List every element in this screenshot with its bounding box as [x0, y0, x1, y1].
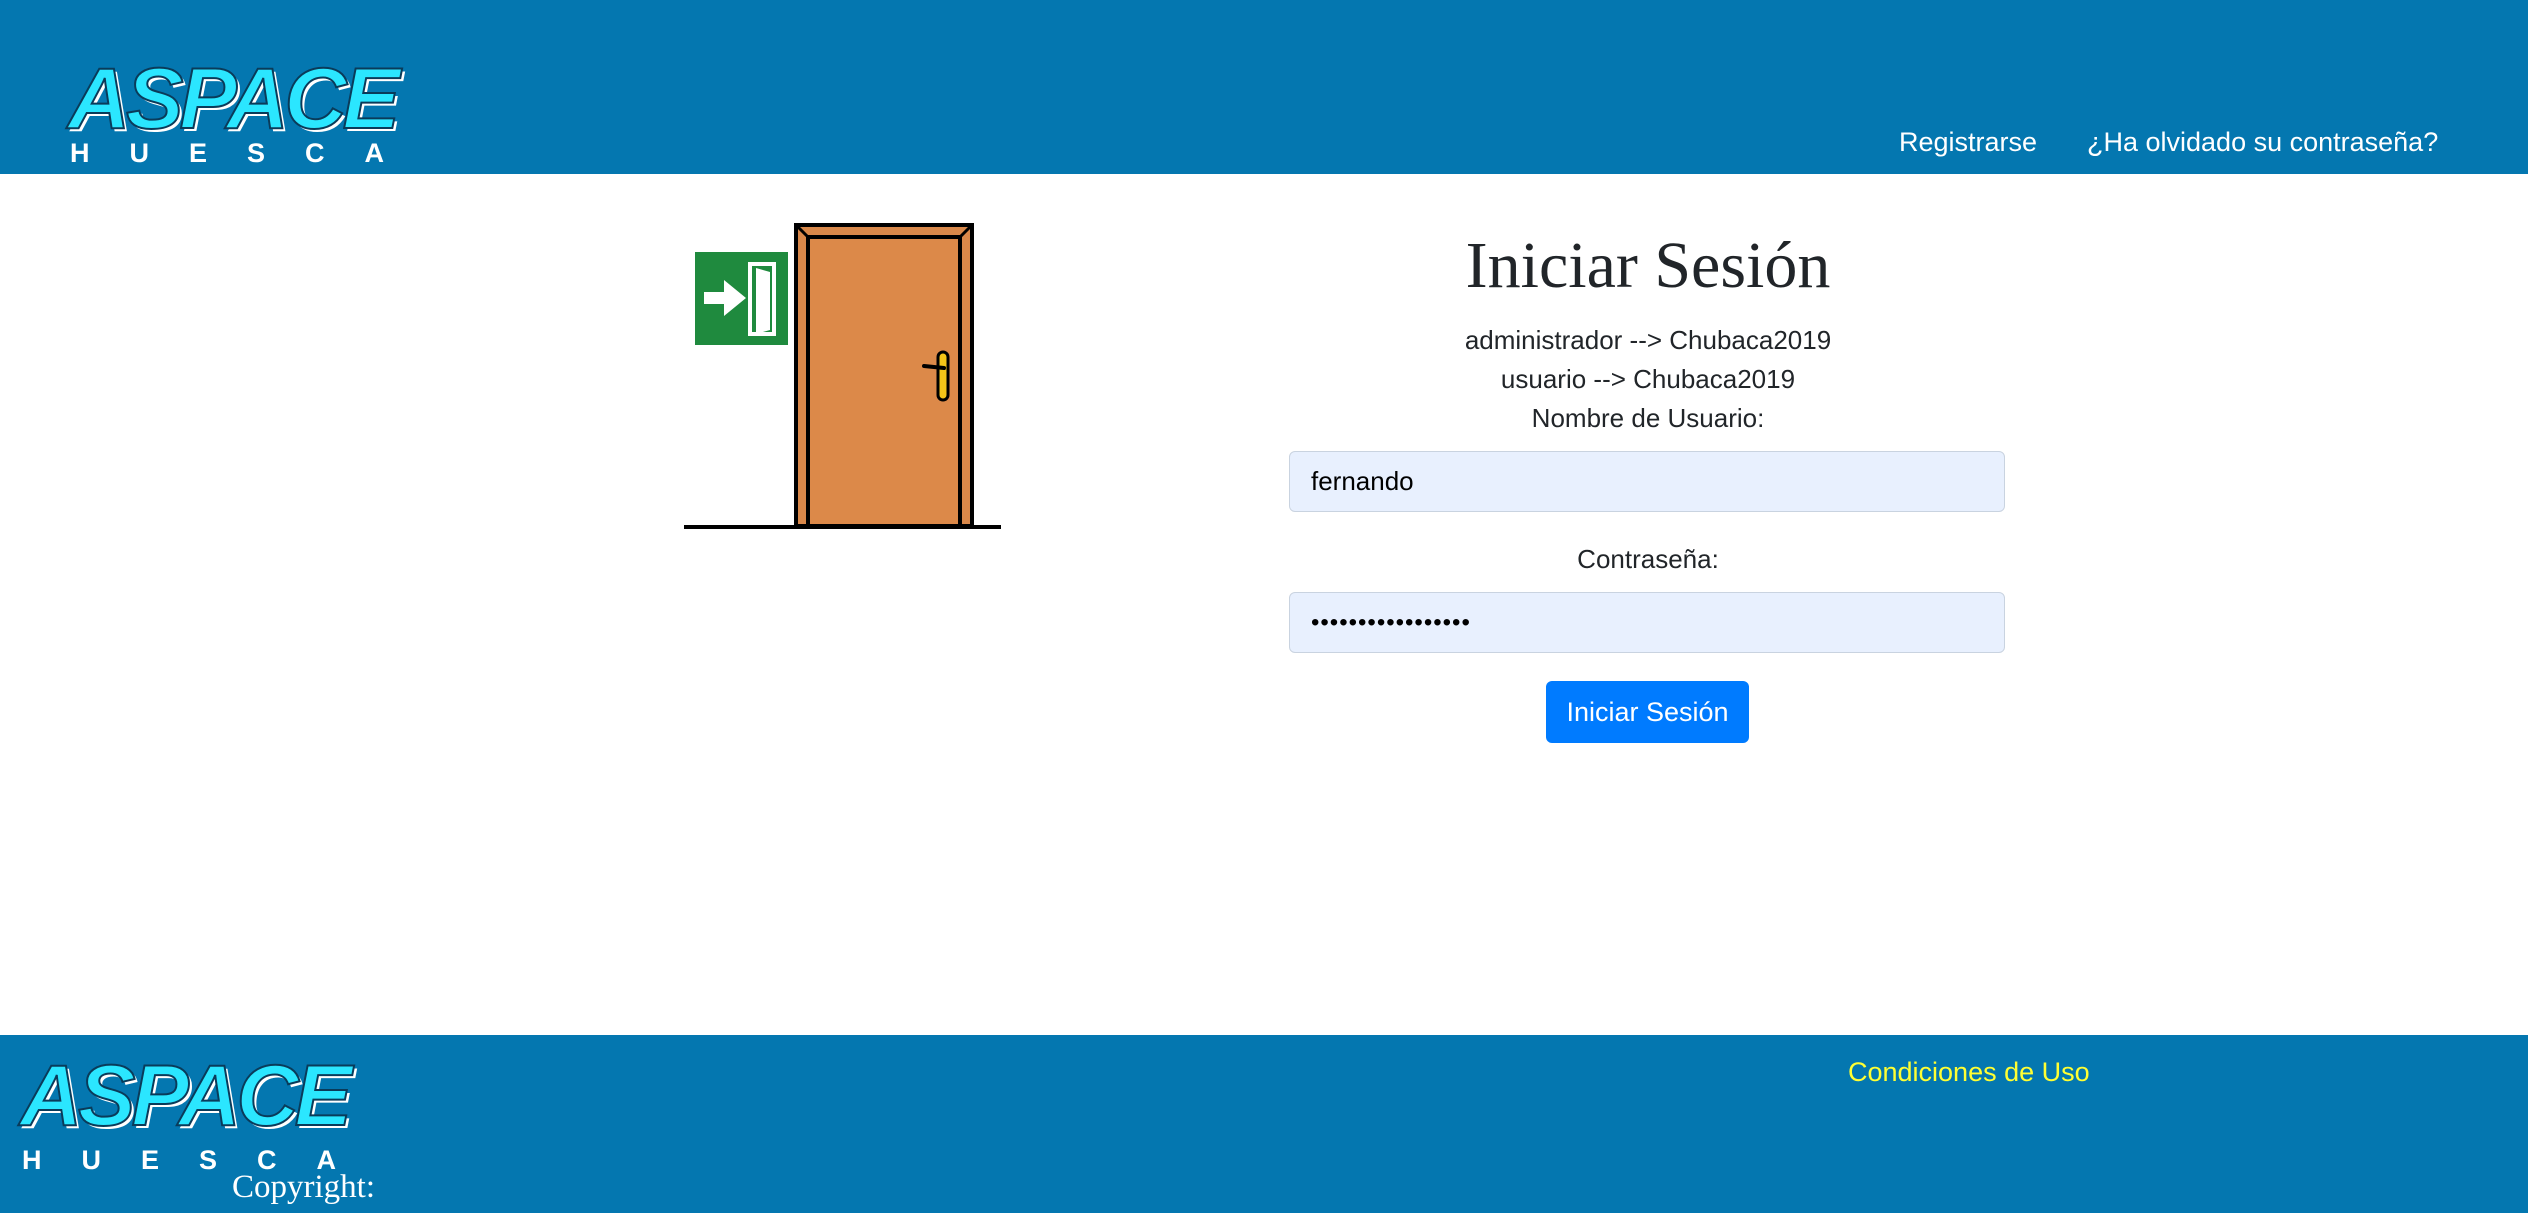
- username-label: Nombre de Usuario:: [1531, 403, 1765, 433]
- password-value: •••••••••••••••••: [1311, 608, 1471, 636]
- page-title: Iniciar Sesión: [1465, 229, 1831, 302]
- password-label: Contraseña:: [1577, 544, 1719, 574]
- exit-door-icon: [684, 223, 1001, 529]
- username-input[interactable]: fernando: [1289, 451, 2005, 512]
- user-credentials-hint: usuario --> Chubaca2019: [1500, 364, 1796, 394]
- logo-wordmark: ASPACE: [67, 51, 401, 147]
- emergency-exit-sign-icon: [695, 252, 788, 345]
- footer: ASPACE HUESCA Condiciones de Uso Copyrig…: [0, 1035, 2528, 1213]
- register-link[interactable]: Registrarse: [1899, 127, 2037, 158]
- header: ASPACE HUESCA Registrarse ¿Ha olvidado s…: [0, 0, 2528, 174]
- password-input[interactable]: •••••••••••••••••: [1289, 592, 2005, 653]
- terms-of-use-link[interactable]: Condiciones de Uso: [1848, 1057, 2090, 1088]
- forgot-password-link[interactable]: ¿Ha olvidado su contraseña?: [2087, 127, 2438, 158]
- footer-aspace-logo[interactable]: ASPACE HUESCA: [19, 1052, 353, 1174]
- copyright-text: Copyright:: [232, 1169, 376, 1205]
- footer-logo-wordmark: ASPACE: [19, 1048, 353, 1144]
- admin-credentials-hint: administrador --> Chubaca2019: [1464, 325, 1832, 355]
- aspace-logo[interactable]: ASPACE HUESCA: [67, 55, 401, 167]
- login-button[interactable]: Iniciar Sesión: [1546, 681, 1749, 743]
- username-value: fernando: [1311, 466, 1414, 496]
- logo-subtitle: HUESCA: [70, 138, 425, 168]
